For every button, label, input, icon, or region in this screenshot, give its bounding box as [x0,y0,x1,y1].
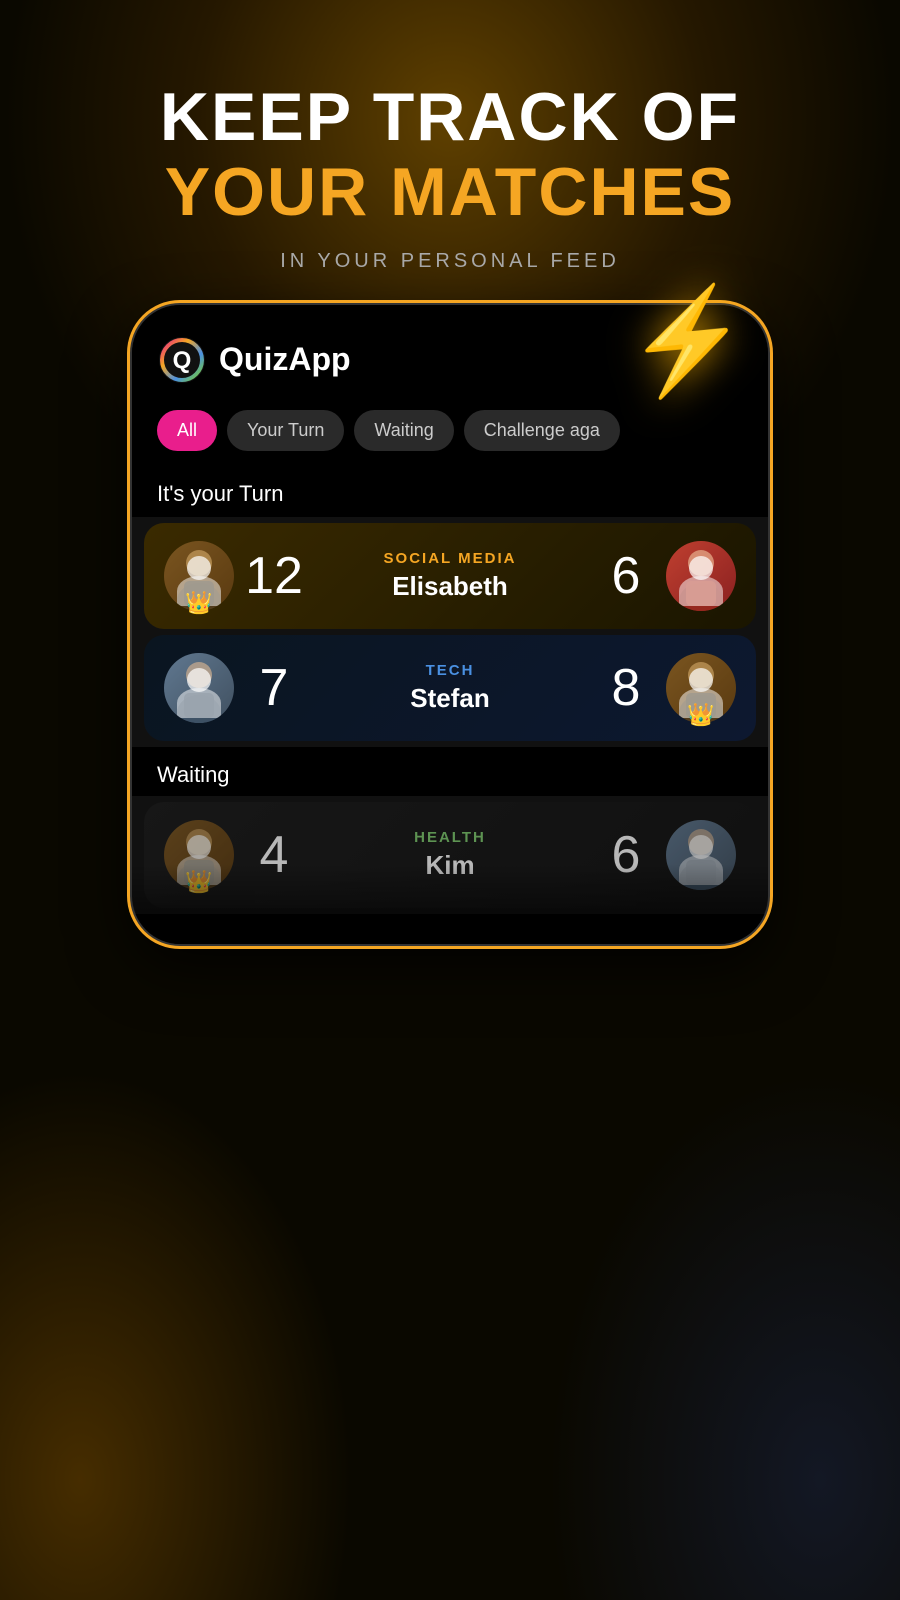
bg-glow-left [0,1000,400,1600]
tab-all[interactable]: All [157,410,217,451]
hero-subtitle: IN YOUR PERSONAL FEED [0,250,900,273]
hero-section: KEEP TRACK OF YOUR MATCHES IN YOUR PERSO… [0,0,900,273]
player-avatar-container-3: 👑 [164,820,234,890]
phone-container: ⚡ Q QuizApp [130,303,770,946]
match-info-2: TECH Stefan [314,662,586,714]
player-avatar-container-2 [164,653,234,723]
match-card-stefan[interactable]: 7 TECH Stefan 8 👑 [144,635,756,741]
opponent-avatar-container-1 [666,541,736,611]
match-opponent-3: Kim [314,850,586,881]
your-turn-section-title: It's your Turn [132,466,768,517]
player-avatar-2 [164,653,234,723]
match-info-3: HEALTH Kim [314,829,586,881]
opponent-avatar-3 [666,820,736,890]
match-category-2: TECH [314,662,586,679]
player-score-2: 7 [244,658,304,718]
opponent-crown-2: 👑 [687,702,714,728]
match-opponent-1: Elisabeth [314,571,586,602]
opponent-score-2: 8 [596,658,656,718]
opponent-score-1: 6 [596,546,656,606]
match-info-1: SOCIAL MEDIA Elisabeth [314,550,586,602]
player-crown-3: 👑 [185,869,212,895]
match-category-1: SOCIAL MEDIA [314,550,586,567]
hero-line2: YOUR MATCHES [0,155,900,230]
app-logo: Q [157,335,207,385]
opponent-avatar-container-2: 👑 [666,653,736,723]
player-score-3: 4 [244,825,304,885]
filter-tabs: All Your Turn Waiting Challenge aga [132,400,768,466]
hero-line1: KEEP TRACK OF [0,80,900,155]
match-card-elisabeth[interactable]: 👑 12 SOCIAL MEDIA Elisabeth 6 [144,523,756,629]
tab-challenge[interactable]: Challenge aga [464,410,620,451]
player-crown-1: 👑 [185,590,212,616]
tab-your-turn[interactable]: Your Turn [227,410,344,451]
tab-waiting[interactable]: Waiting [354,410,453,451]
player-avatar-container-1: 👑 [164,541,234,611]
app-name: QuizApp [219,341,351,378]
match-card-kim[interactable]: 👑 4 HEALTH Kim 6 [144,802,756,908]
waiting-section-label: Waiting [132,747,768,796]
opponent-avatar-1 [666,541,736,611]
svg-text:Q: Q [173,347,192,374]
opponent-score-3: 6 [596,825,656,885]
match-category-3: HEALTH [314,829,586,846]
bottom-spacer [132,914,768,944]
player-score-1: 12 [244,546,304,606]
bg-glow-right [500,1000,900,1600]
lightning-icon: ⚡ [621,277,755,404]
match-opponent-2: Stefan [314,683,586,714]
opponent-avatar-container-3 [666,820,736,890]
